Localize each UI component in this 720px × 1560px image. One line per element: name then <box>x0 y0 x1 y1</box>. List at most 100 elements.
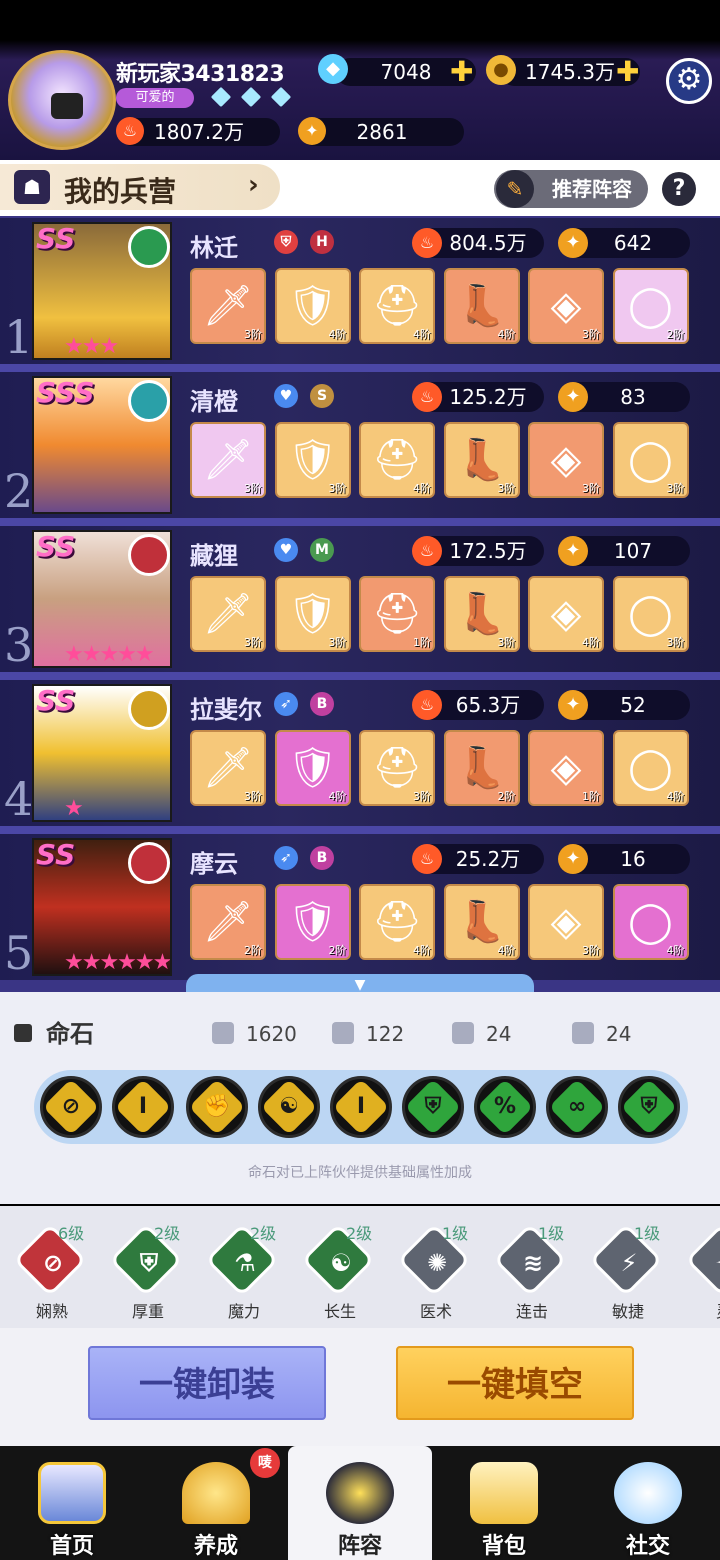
fate-stone-slot[interactable]: Ⅰ <box>112 1076 174 1138</box>
diamond-value: 7048 <box>380 60 432 84</box>
armor-slot[interactable]: 🛡 4阶 <box>274 730 351 806</box>
amulet-slot[interactable]: ◈ 4阶 <box>528 576 604 652</box>
ring-slot[interactable]: ◯ 3阶 <box>612 576 689 652</box>
equip-level: 4阶 <box>413 328 431 341</box>
hero-power-value: 25.2万 <box>455 847 521 871</box>
boots-slot[interactable]: 👢 3阶 <box>443 422 520 498</box>
hero-stars-value: 83 <box>620 385 646 409</box>
element-emblem-icon <box>128 226 170 268</box>
ring-slot[interactable]: ◯ 4阶 <box>612 730 689 806</box>
boots-slot[interactable]: 👢 2阶 <box>443 730 520 806</box>
nav-bag[interactable]: 背包 <box>432 1446 576 1560</box>
row-divider <box>0 518 720 526</box>
amulet-slot[interactable]: ◈ 3阶 <box>528 884 604 960</box>
hero-roster[interactable]: 1 SS ★★★ 林迁 ⛨ H ♨ 804.5万 ✦ 642 🗡 3阶 🛡 4阶 ⛑ 4阶 👢 4阶 ◈ 3阶 ◯ 2阶 2… <box>0 216 720 992</box>
boots-slot[interactable]: 👢 4阶 <box>443 268 520 344</box>
equip-level: 1阶 <box>582 790 600 803</box>
armor-slot[interactable]: 🛡 3阶 <box>274 576 351 652</box>
hero-power: ♨ 172.5万 <box>412 536 544 566</box>
equip-level: 4阶 <box>666 944 685 957</box>
fate-stone-slot[interactable]: ☯ <box>258 1076 320 1138</box>
nav-home[interactable]: 首页 <box>0 1446 144 1560</box>
amulet-slot[interactable]: ◈ 3阶 <box>528 422 604 498</box>
player-avatar[interactable] <box>8 50 116 150</box>
hero-row[interactable]: 2 SSS 清橙 ♥ S ♨ 125.2万 ✦ 83 🗡 3阶 🛡 3阶 ⛑ 4阶 👢 3阶 ◈ 3阶 ◯ 3阶 <box>0 372 720 518</box>
flame-icon: ♨ <box>412 536 442 566</box>
fate-stone-slot[interactable]: ⛨ <box>402 1076 464 1138</box>
recommend-lineup-button[interactable]: ✎ 推荐阵容 <box>494 170 648 208</box>
hero-row[interactable]: 5 SS ★★★★★★ 摩云 ➶ B ♨ 25.2万 ✦ 16 🗡 2阶 🛡 2阶 ⛑ 4阶 👢 4阶 ◈ 3阶 ◯ 4阶 <box>0 834 720 980</box>
hero-star-rating: ★ <box>64 796 84 821</box>
skill-level: 1级 <box>634 1224 661 1243</box>
skill-name: 医术 <box>419 1302 452 1321</box>
unequip-all-button[interactable]: 一键卸装 <box>88 1346 326 1420</box>
boots-slot[interactable]: 👢 4阶 <box>443 884 520 960</box>
fate-stone-slot[interactable]: ∞ <box>546 1076 608 1138</box>
skill-item[interactable]: ✧灵 <box>682 1223 720 1326</box>
armor-slot[interactable]: 🛡 3阶 <box>274 422 351 498</box>
hero-slot-number: 4 <box>4 772 34 826</box>
weapon-slot[interactable]: 🗡 3阶 <box>190 576 266 652</box>
fate-stone-slot[interactable]: Ⅰ <box>330 1076 392 1138</box>
add-diamond-button[interactable]: ✚ <box>450 58 473 86</box>
skill-item[interactable]: ⚡ 1级 敏捷 <box>586 1223 676 1326</box>
skill-level: 2级 <box>250 1224 277 1243</box>
gold-value: 1745.3万 <box>525 60 615 84</box>
helmet-slot[interactable]: ⛑ 3阶 <box>359 730 435 806</box>
fate-stone-slot[interactable]: ⊘ <box>40 1076 102 1138</box>
hero-portrait[interactable]: SS ★ <box>32 684 172 822</box>
star-icon: ✦ <box>558 228 588 258</box>
skill-item[interactable]: ⚗ 2级 魔力 <box>202 1223 292 1326</box>
helmet-slot[interactable]: ⛑ 1阶 <box>359 576 435 652</box>
skill-row[interactable]: ⊘6级娴熟⛨2级厚重⚗2级魔力☯2级长生✺1级医术≋1级连击⚡1级敏捷✧灵 <box>0 1206 720 1328</box>
helmet-slot[interactable]: ⛑ 4阶 <box>359 268 435 344</box>
settings-gear-icon[interactable]: ⚙ <box>666 58 712 104</box>
fate-stone-hint: 命石对已上阵伙伴提供基础属性加成 <box>248 1165 472 1181</box>
armor-slot[interactable]: 🛡 4阶 <box>274 268 351 344</box>
nav-lineup[interactable]: 阵容 <box>288 1446 432 1560</box>
hero-power: ♨ 125.2万 <box>412 382 544 412</box>
ring-slot[interactable]: ◯ 4阶 <box>612 884 689 960</box>
hero-row[interactable]: 1 SS ★★★ 林迁 ⛨ H ♨ 804.5万 ✦ 642 🗡 3阶 🛡 4阶 ⛑ 4阶 👢 4阶 ◈ 3阶 ◯ 2阶 <box>0 218 720 364</box>
equip-level: 3阶 <box>328 636 347 649</box>
nav-social[interactable]: 社交 <box>576 1446 720 1560</box>
action-bar: 一键卸装 一键填空 <box>0 1328 720 1446</box>
skill-item[interactable]: ☯ 2级 长生 <box>298 1223 388 1326</box>
ring-slot[interactable]: ◯ 2阶 <box>612 268 689 344</box>
hero-portrait[interactable]: SS ★★★★★★ <box>32 838 172 976</box>
player-name: 新玩家3431823 <box>116 62 285 87</box>
armor-slot[interactable]: 🛡 2阶 <box>274 884 351 960</box>
amulet-slot[interactable]: ◈ 1阶 <box>528 730 604 806</box>
barracks-title-panel[interactable]: ☗ 我的兵营 › <box>0 164 280 210</box>
hero-row[interactable]: 4 SS ★ 拉斐尔 ➶ B ♨ 65.3万 ✦ 52 🗡 3阶 🛡 4阶 ⛑ 3阶 👢 2阶 ◈ 1阶 ◯ 4阶 <box>0 680 720 826</box>
skill-item[interactable]: ⊘ 6级 娴熟 <box>10 1223 100 1326</box>
helmet-slot[interactable]: ⛑ 4阶 <box>359 884 435 960</box>
weapon-slot[interactable]: 🗡 2阶 <box>190 884 266 960</box>
hero-name: 拉斐尔 <box>190 696 262 724</box>
helmet-slot[interactable]: ⛑ 4阶 <box>359 422 435 498</box>
skill-item[interactable]: ✺ 1级 医术 <box>394 1223 484 1326</box>
weapon-slot[interactable]: 🗡 3阶 <box>190 730 266 806</box>
hero-rank-badge: SS <box>36 222 76 255</box>
help-button[interactable]: ? <box>662 172 696 206</box>
boots-slot[interactable]: 👢 3阶 <box>443 576 520 652</box>
fate-stone-slot[interactable]: ✊ <box>186 1076 248 1138</box>
skill-item[interactable]: ⛨ 2级 厚重 <box>106 1223 196 1326</box>
hero-row[interactable]: 3 SS ★★★★★ 藏狸 ♥ M ♨ 172.5万 ✦ 107 🗡 3阶 🛡 3阶 ⛑ 1阶 👢 3阶 ◈ 4阶 ◯ 3… <box>0 526 720 672</box>
fate-stone-slot[interactable]: % <box>474 1076 536 1138</box>
hero-portrait[interactable]: SS ★★★★★ <box>32 530 172 668</box>
hero-portrait[interactable]: SSS <box>32 376 172 514</box>
flame-icon: ♨ <box>412 228 442 258</box>
hero-portrait[interactable]: SS ★★★ <box>32 222 172 360</box>
skill-name: 长生 <box>323 1302 356 1321</box>
fill-all-button[interactable]: 一键填空 <box>396 1346 634 1420</box>
equip-level: 3阶 <box>244 482 262 495</box>
skill-item[interactable]: ≋ 1级 连击 <box>490 1223 580 1326</box>
fate-stone-slot[interactable]: ⛨ <box>618 1076 680 1138</box>
ring-slot[interactable]: ◯ 3阶 <box>612 422 689 498</box>
amulet-slot[interactable]: ◈ 3阶 <box>528 268 604 344</box>
weapon-slot[interactable]: 🗡 3阶 <box>190 422 266 498</box>
stat-hp: 1620 <box>212 1022 297 1046</box>
weapon-slot[interactable]: 🗡 3阶 <box>190 268 266 344</box>
add-gold-button[interactable]: ✚ <box>616 58 639 86</box>
